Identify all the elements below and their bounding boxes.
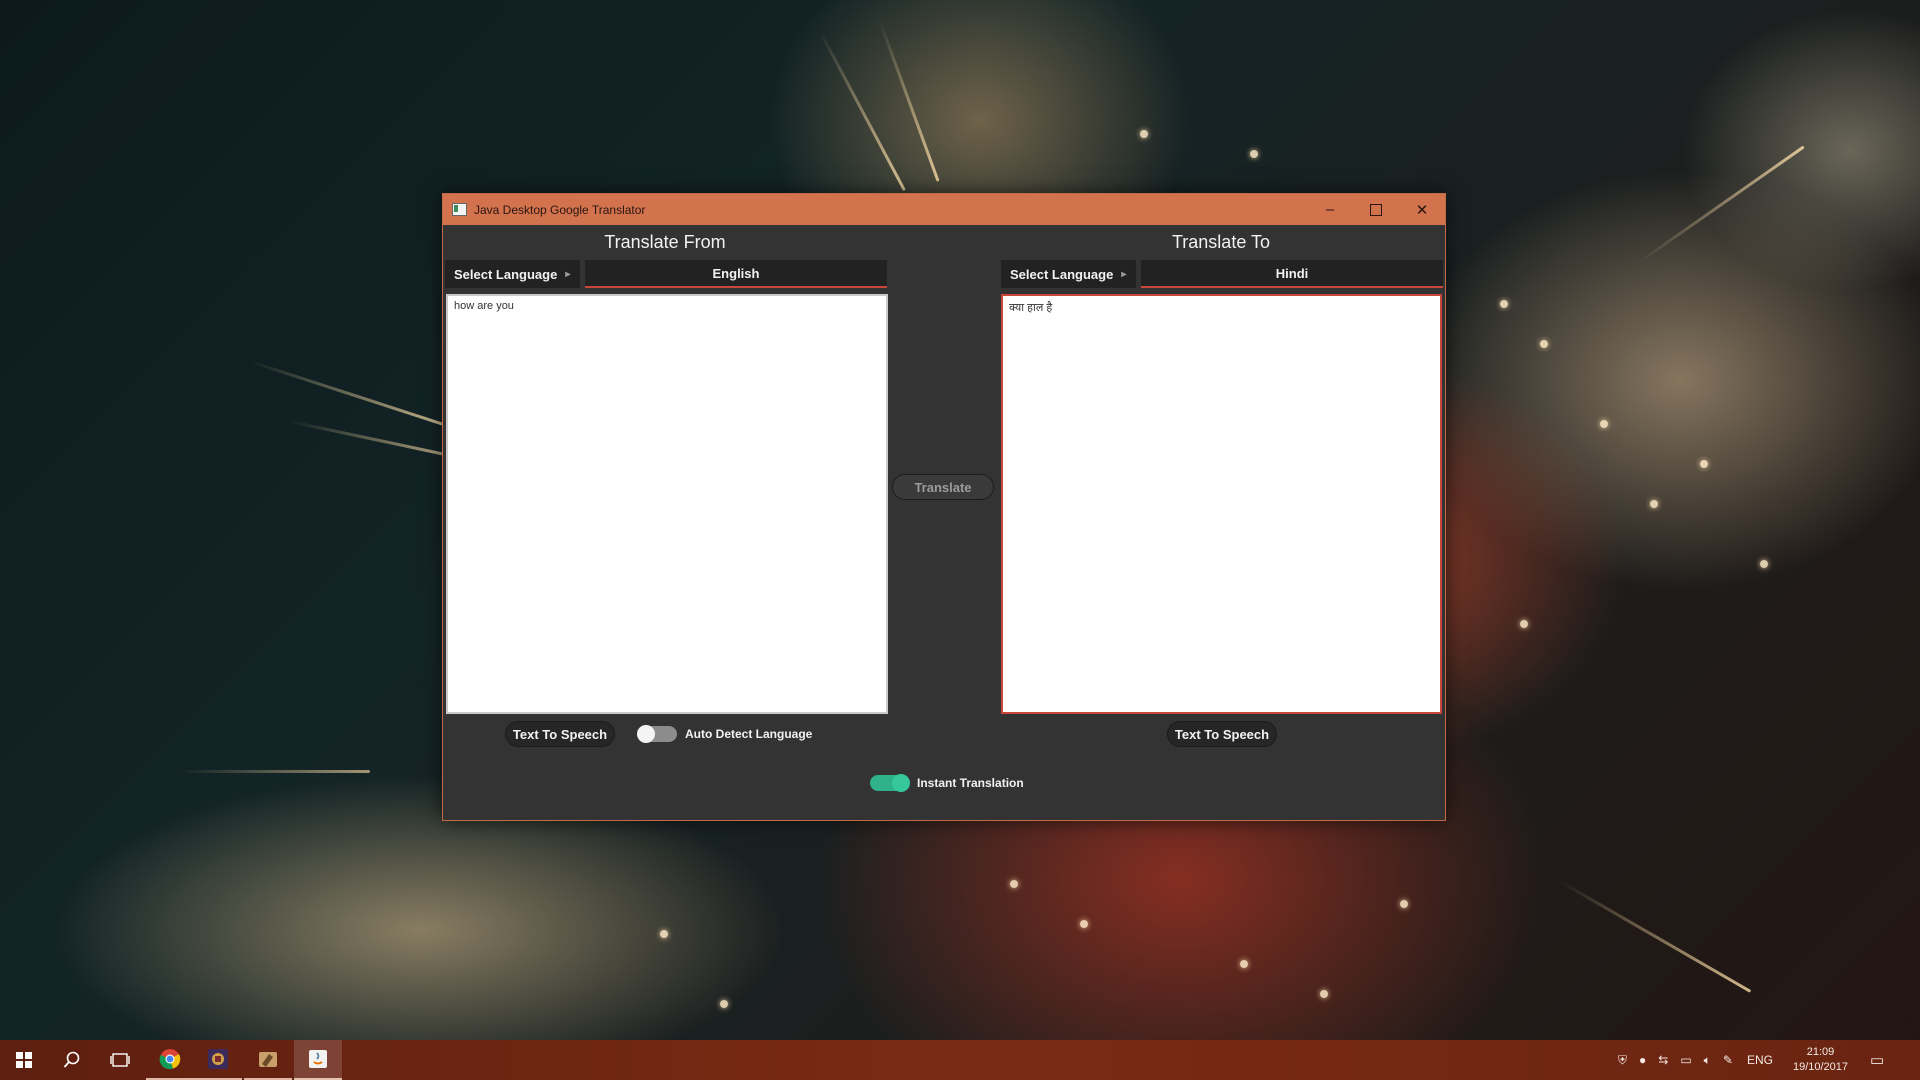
auto-detect-toggle[interactable]	[637, 725, 677, 743]
translate-from-heading: Translate From	[604, 232, 726, 252]
globe-icon[interactable]: ●	[1639, 1053, 1646, 1067]
start-button[interactable]	[0, 1040, 48, 1080]
translator-window: Java Desktop Google Translator – ✕ Trans…	[442, 193, 1446, 821]
to-language-field[interactable]: Hindi	[1141, 260, 1443, 288]
instant-translation-label: Instant Translation	[917, 776, 1024, 790]
system-tray: ⛨ ● ⇆ ▭ 🔈︎ ✎ ENG 21:09 19/10/2017 ▭	[1612, 1040, 1896, 1080]
from-select-language-label: Select Language	[454, 266, 558, 282]
task-view-icon	[110, 1053, 130, 1067]
translate-button[interactable]: Translate	[892, 474, 994, 500]
chrome-taskbar-button[interactable]	[146, 1040, 194, 1080]
java-app-taskbar-button[interactable]	[294, 1040, 342, 1080]
translated-text-area[interactable]: क्या हाल है	[1001, 294, 1442, 714]
from-select-language-button[interactable]: Select Language ▸	[445, 260, 580, 288]
minimize-button[interactable]: –	[1307, 194, 1353, 225]
instant-translation-toggle[interactable]	[870, 774, 910, 792]
battery-icon[interactable]: ▭	[1680, 1053, 1691, 1067]
title-bar[interactable]: Java Desktop Google Translator – ✕	[443, 194, 1445, 225]
close-button[interactable]: ✕	[1399, 194, 1445, 225]
chevron-right-icon: ▸	[1121, 268, 1127, 280]
notification-icon[interactable]: ▭	[1870, 1051, 1884, 1069]
task-view-button[interactable]	[96, 1040, 144, 1080]
java-icon	[309, 1050, 327, 1068]
pen-icon[interactable]: ✎	[1723, 1053, 1733, 1067]
to-select-language-label: Select Language	[1010, 266, 1114, 282]
window-title: Java Desktop Google Translator	[474, 202, 646, 217]
clock-time: 21:09	[1806, 1046, 1835, 1058]
chrome-icon	[159, 1049, 181, 1070]
search-icon	[63, 1051, 80, 1068]
network-icon[interactable]: ⇆	[1658, 1053, 1668, 1067]
tools-app-taskbar-button[interactable]	[244, 1040, 292, 1080]
close-icon: ✕	[1415, 201, 1429, 219]
from-text-to-speech-button[interactable]: Text To Speech	[505, 721, 615, 747]
game-app-taskbar-button[interactable]	[194, 1040, 242, 1080]
toggle-knob	[892, 774, 910, 792]
toggle-knob	[637, 725, 655, 743]
windows-start-icon	[16, 1052, 32, 1068]
from-language-field[interactable]: English	[585, 260, 887, 288]
maximize-icon	[1370, 203, 1382, 216]
auto-detect-label: Auto Detect Language	[685, 727, 813, 741]
shield-icon[interactable]: ⛨	[1618, 1053, 1627, 1068]
chevron-right-icon: ▸	[565, 268, 571, 280]
game-app-icon	[208, 1049, 228, 1069]
input-language[interactable]: ENG	[1747, 1053, 1773, 1067]
to-text-to-speech-button[interactable]: Text To Speech	[1167, 721, 1277, 747]
minimize-icon: –	[1325, 201, 1335, 218]
to-select-language-button[interactable]: Select Language ▸	[1001, 260, 1136, 288]
tools-app-icon	[259, 1052, 277, 1067]
clock[interactable]: 21:09 19/10/2017	[1793, 1045, 1848, 1075]
search-button[interactable]	[48, 1040, 96, 1080]
clock-date: 19/10/2017	[1792, 1061, 1849, 1073]
translate-to-heading: Translate To	[1171, 232, 1271, 252]
source-text-area[interactable]: how are you	[446, 294, 888, 714]
maximize-button[interactable]	[1353, 194, 1399, 225]
volume-icon[interactable]: 🔈︎	[1704, 1053, 1711, 1068]
java-app-icon	[452, 203, 467, 216]
taskbar: ⛨ ● ⇆ ▭ 🔈︎ ✎ ENG 21:09 19/10/2017 ▭	[0, 1040, 1920, 1080]
